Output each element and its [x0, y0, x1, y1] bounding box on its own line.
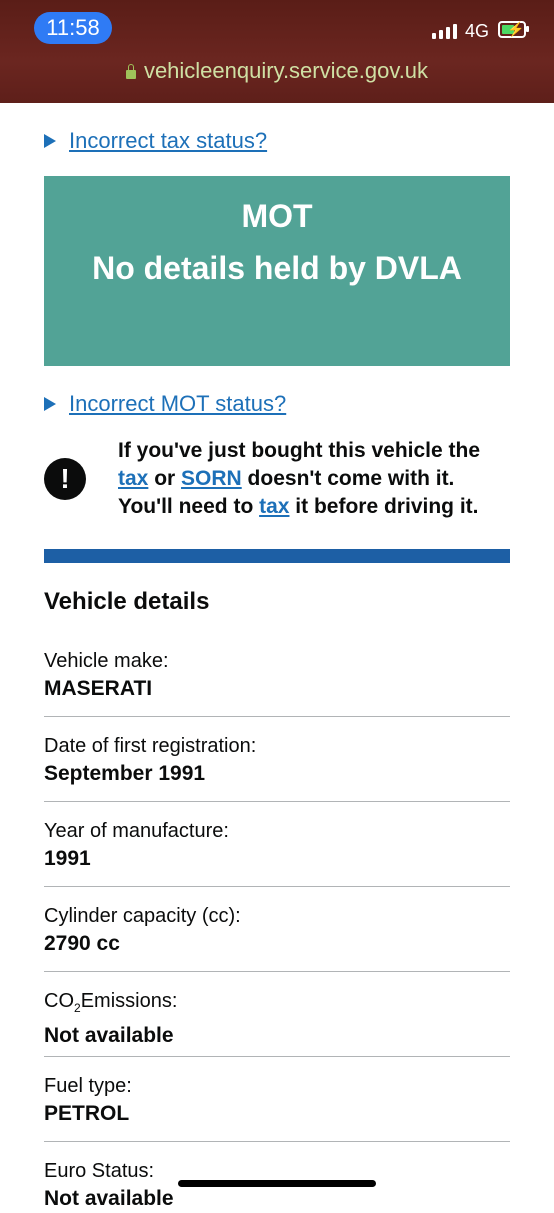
mot-status-disclosure[interactable]: Incorrect MOT status?: [44, 391, 286, 417]
detail-value: Not available: [44, 1024, 174, 1047]
tax-status-disclosure[interactable]: Incorrect tax status?: [44, 128, 267, 154]
detail-first-registration: Date of first registration: September 19…: [44, 732, 510, 788]
detail-co2-emissions: CO2Emissions: Not available: [44, 987, 510, 1050]
detail-label: Fuel type:: [44, 1075, 132, 1097]
co2-prefix: CO: [44, 990, 74, 1012]
home-indicator[interactable]: [178, 1180, 376, 1187]
warning-icon: !: [44, 458, 86, 500]
mot-status-panel: MOT No details held by DVLA: [44, 176, 510, 366]
signal-icon: [432, 24, 457, 39]
detail-cylinder-capacity: Cylinder capacity (cc): 2790 cc: [44, 902, 510, 958]
network-type: 4G: [465, 21, 490, 41]
mot-title: MOT: [241, 198, 313, 234]
detail-label: CO2Emissions:: [44, 987, 510, 1022]
warning-line1: If you've just bought this vehicle the: [118, 439, 481, 462]
mot-message: No details held by DVLA: [92, 250, 462, 286]
battery-cap: [526, 26, 529, 32]
detail-label: Vehicle make:: [44, 650, 169, 672]
row-divider: [44, 886, 510, 887]
detail-label: Date of first registration:: [44, 735, 257, 757]
expand-triangle-icon: [44, 134, 56, 148]
row-divider: [44, 1056, 510, 1057]
detail-year-of-manufacture: Year of manufacture: 1991: [44, 817, 510, 873]
url-text: vehicleenquiry.service.gov.uk: [143, 58, 429, 83]
row-divider: [44, 971, 510, 972]
sorn-link[interactable]: SORN: [181, 467, 242, 490]
row-divider: [44, 801, 510, 802]
warning-line3-start: You'll need to: [118, 495, 260, 518]
browser-top-bar: 11:58 4G ⚡ vehicleenquiry.service.gov.uk: [0, 0, 554, 103]
co2-suffix: Emissions:: [80, 990, 178, 1012]
warning-line3-end: it before driving it.: [289, 495, 479, 518]
tax-link[interactable]: tax: [118, 467, 148, 490]
co2-subscript: 2: [74, 1001, 81, 1015]
vehicle-details-title: Vehicle details: [44, 588, 210, 615]
tax-link-2[interactable]: tax: [259, 495, 289, 518]
mot-status-link[interactable]: Incorrect MOT status?: [69, 391, 286, 417]
status-time: 11:58: [34, 12, 112, 44]
warning-or: or: [148, 467, 182, 490]
battery-icon: ⚡: [498, 21, 526, 38]
detail-value: PETROL: [44, 1102, 130, 1125]
detail-label: Cylinder capacity (cc):: [44, 905, 241, 927]
detail-value: September 1991: [44, 762, 206, 785]
detail-label: Year of manufacture:: [44, 820, 229, 842]
detail-value: MASERATI: [44, 677, 153, 700]
warning-line2: doesn't come with it.: [241, 467, 455, 490]
detail-value: Not available: [44, 1187, 174, 1210]
section-divider-bar: [44, 549, 510, 563]
row-divider: [44, 1141, 510, 1142]
address-bar[interactable]: vehicleenquiry.service.gov.uk: [0, 58, 554, 84]
expand-triangle-icon: [44, 397, 56, 411]
detail-value: 2790 cc: [44, 932, 120, 955]
lock-icon: [125, 64, 136, 79]
detail-value: 1991: [44, 847, 91, 870]
detail-fuel-type: Fuel type: PETROL: [44, 1072, 510, 1128]
tax-status-link[interactable]: Incorrect tax status?: [69, 128, 267, 154]
row-divider: [44, 716, 510, 717]
detail-vehicle-make: Vehicle make: MASERATI: [44, 647, 510, 703]
warning-text: If you've just bought this vehicle the t…: [118, 437, 518, 521]
